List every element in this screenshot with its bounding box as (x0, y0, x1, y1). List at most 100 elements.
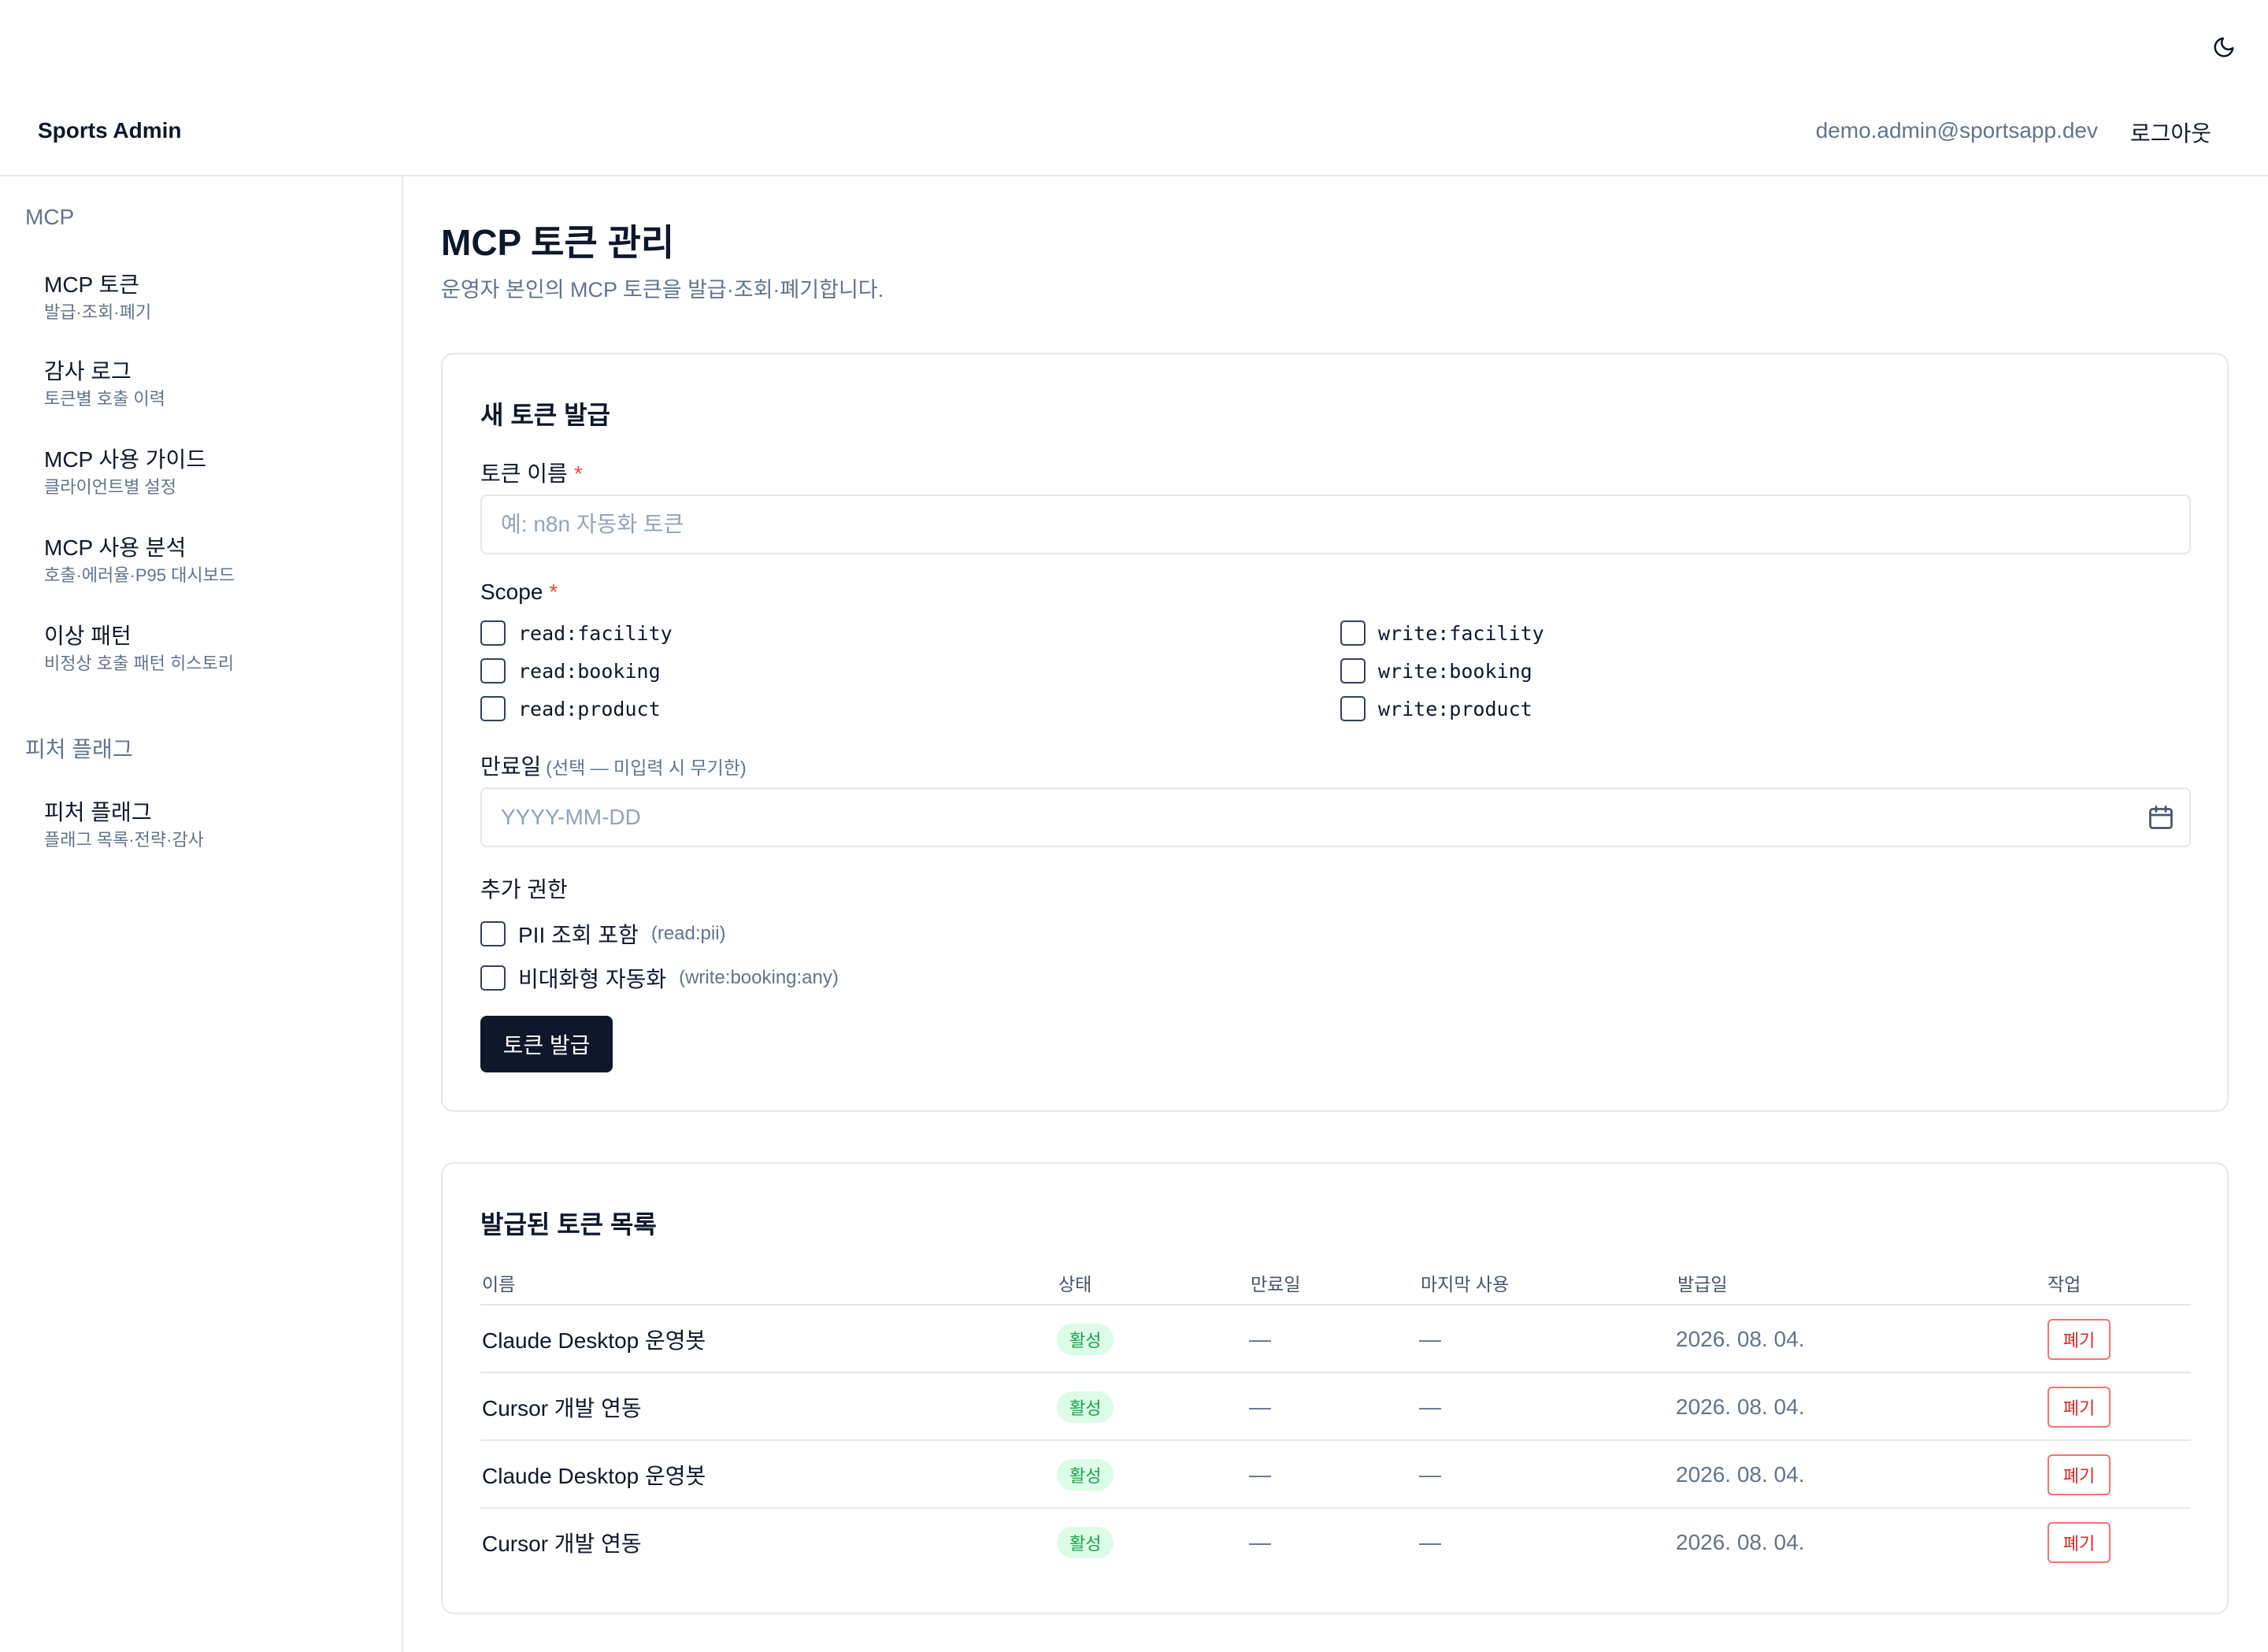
scope-checkbox-write-product[interactable]: write:product (1340, 696, 1532, 721)
last-used-cell: — (1419, 1462, 1441, 1487)
checkbox[interactable] (1340, 620, 1366, 646)
sidebar-item-feature-flags[interactable]: 피처 플래그 플래그 목록·전략·감사 (44, 798, 383, 852)
revoke-button[interactable]: 폐기 (2048, 1319, 2110, 1360)
scope-checkbox-read-booking[interactable]: read:booking (480, 658, 661, 683)
extra-pii-note: (read:pii) (650, 923, 726, 944)
issue-token-card: 새 토큰 발급 토큰 이름* Scope* read:facility read… (441, 353, 2229, 1112)
sidebar-item-mcp-token[interactable]: MCP 토큰 발급·조회·폐기 (44, 271, 383, 324)
sidebar-section-feature-flags: 피처 플래그 (25, 737, 133, 761)
extra-automation-checkbox[interactable]: 비대화형 자동화 (write:booking:any) (480, 962, 839, 994)
theme-toggle-button[interactable] (2205, 28, 2243, 66)
column-header-issued: 발급일 (1677, 1274, 1728, 1295)
column-header-action: 작업 (2048, 1274, 2081, 1295)
scope-label-read-facility: read:facility (518, 621, 673, 645)
token-name-cell: Claude Desktop 운영봇 (482, 1464, 706, 1488)
scope-label-write-facility: write:facility (1378, 621, 1544, 645)
sidebar-item-sub: 발급·조회·폐기 (44, 302, 152, 322)
sidebar-item-sub: 클라이언트별 설정 (44, 477, 177, 497)
sidebar-item-label: MCP 토큰 (44, 272, 140, 297)
extra-automation-note: (write:booking:any) (679, 967, 839, 988)
scope-checkbox-read-facility[interactable]: read:facility (480, 620, 673, 646)
extra-pii-label: PII 조회 포함 (518, 923, 639, 947)
token-name-cell: Claude Desktop 운영봇 (482, 1328, 706, 1353)
checkbox[interactable] (480, 696, 506, 721)
scope-label-write-product: write:product (1378, 697, 1532, 720)
token-name-cell: Cursor 개발 연동 (482, 1396, 642, 1420)
required-mark: * (549, 580, 558, 604)
top-header: Sports Admin demo.admin@sportsapp.dev 로그… (0, 98, 2268, 176)
token-name-cell: Cursor 개발 연동 (482, 1532, 642, 1556)
sidebar-section-mcp: MCP (25, 205, 75, 229)
sidebar-item-label: 감사 로그 (44, 359, 132, 383)
issued-date-cell: 2026. 08. 04. (1676, 1462, 1805, 1487)
scope-checkbox-read-product[interactable]: read:product (480, 696, 661, 721)
sidebar-item-sub: 플래그 목록·전략·감사 (44, 830, 204, 850)
status-badge: 활성 (1057, 1324, 1114, 1355)
token-list-title: 발급된 토큰 목록 (480, 1210, 657, 1239)
issued-date-cell: 2026. 08. 04. (1676, 1530, 1805, 1554)
last-used-cell: — (1419, 1530, 1441, 1554)
status-badge: 활성 (1057, 1391, 1114, 1423)
table-row: Claude Desktop 운영봇 활성 — — 2026. 08. 04. … (480, 1306, 2191, 1373)
checkbox[interactable] (480, 921, 506, 946)
sidebar-item-mcp-analytics[interactable]: MCP 사용 분석 호출·에러율·P95 대시보드 (44, 534, 383, 587)
column-header-name: 이름 (482, 1274, 516, 1295)
sidebar-item-label: MCP 사용 가이드 (44, 447, 207, 472)
expiry-cell: — (1249, 1462, 1271, 1487)
sidebar-item-anomaly[interactable]: 이상 패턴 비정상 호출 패턴 히스토리 (44, 622, 383, 676)
table-row: Cursor 개발 연동 활성 — — 2026. 08. 04. 폐기 (480, 1373, 2191, 1441)
column-header-last-used: 마지막 사용 (1421, 1274, 1510, 1295)
checkbox[interactable] (480, 965, 506, 991)
status-badge: 활성 (1057, 1527, 1114, 1558)
user-email: demo.admin@sportsapp.dev (1815, 118, 2098, 143)
token-name-input[interactable] (480, 494, 2191, 554)
checkbox[interactable] (1340, 696, 1366, 721)
table-row: Claude Desktop 운영봇 활성 — — 2026. 08. 04. … (480, 1441, 2191, 1509)
issue-token-button[interactable]: 토큰 발급 (480, 1016, 613, 1072)
checkbox[interactable] (1340, 658, 1366, 683)
sidebar-item-mcp-guide[interactable]: MCP 사용 가이드 클라이언트별 설정 (44, 446, 383, 499)
sidebar-item-audit-log[interactable]: 감사 로그 토큰별 호출 이력 (44, 357, 383, 411)
scope-checkbox-write-booking[interactable]: write:booking (1340, 658, 1532, 683)
column-header-expiry: 만료일 (1251, 1274, 1301, 1295)
extra-pii-checkbox[interactable]: PII 조회 포함 (read:pii) (480, 918, 726, 950)
issued-date-cell: 2026. 08. 04. (1676, 1327, 1805, 1351)
scope-checkbox-write-facility[interactable]: write:facility (1340, 620, 1544, 646)
page-subtitle: 운영자 본인의 MCP 토큰을 발급·조회·폐기합니다. (441, 278, 884, 302)
token-name-label: 토큰 이름 * (480, 457, 583, 488)
issue-token-title: 새 토큰 발급 (480, 401, 610, 429)
calendar-icon[interactable] (2147, 803, 2175, 832)
moon-icon (2214, 37, 2234, 57)
sidebar-item-sub: 토큰별 호출 이력 (44, 389, 165, 409)
expiry-label-text: 만료일 (480, 754, 542, 779)
table-row: Cursor 개발 연동 활성 — — 2026. 08. 04. 폐기 (480, 1509, 2191, 1576)
sidebar: MCP MCP 토큰 발급·조회·폐기 감사 로그 토큰별 호출 이력 MCP … (0, 176, 403, 1652)
revoke-button[interactable]: 폐기 (2048, 1387, 2110, 1428)
scope-label-read-booking: read:booking (518, 659, 661, 683)
scope-label-text: Scope (480, 580, 543, 604)
logout-button[interactable]: 로그아웃 (2130, 117, 2211, 148)
token-name-label-text: 토큰 이름 (480, 461, 568, 486)
column-header-status: 상태 (1058, 1274, 1092, 1295)
sidebar-item-label: 피처 플래그 (44, 800, 152, 824)
expiry-cell: — (1249, 1327, 1271, 1351)
expiry-date-input[interactable] (480, 787, 2191, 847)
checkbox[interactable] (480, 620, 506, 646)
required-mark: * (573, 461, 583, 486)
expiry-cell: — (1249, 1395, 1271, 1419)
last-used-cell: — (1419, 1395, 1441, 1419)
sidebar-item-label: MCP 사용 분석 (44, 535, 187, 560)
scope-label: Scope * (480, 580, 558, 605)
revoke-button[interactable]: 폐기 (2048, 1454, 2110, 1495)
page-title: MCP 토큰 관리 (441, 222, 675, 263)
scope-label-write-booking: write:booking (1378, 659, 1532, 683)
issued-date-cell: 2026. 08. 04. (1676, 1395, 1805, 1419)
extra-permissions-label: 추가 권한 (480, 877, 568, 902)
token-list-card: 발급된 토큰 목록 이름 상태 만료일 마지막 사용 발급일 작업 Claude… (441, 1162, 2229, 1614)
sidebar-item-label: 이상 패턴 (44, 624, 132, 648)
sidebar-item-sub: 비정상 호출 패턴 히스토리 (44, 654, 234, 673)
expiry-cell: — (1249, 1530, 1271, 1554)
revoke-button[interactable]: 폐기 (2048, 1522, 2110, 1563)
status-badge: 활성 (1057, 1459, 1114, 1491)
checkbox[interactable] (480, 658, 506, 683)
